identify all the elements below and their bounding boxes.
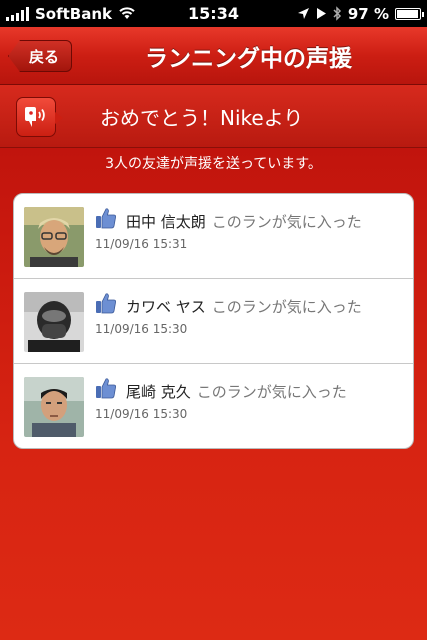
wifi-icon [119, 7, 135, 19]
cheer-action: このランが気に入った [196, 383, 347, 401]
back-button[interactable]: 戻る [8, 40, 72, 72]
location-arrow-icon [297, 8, 309, 19]
cheer-timestamp: 11/09/16 15:30 [95, 407, 188, 421]
like-thumbs-up-icon [96, 208, 116, 229]
cheer-count-text: 3人の友達が声援を送っています。 [105, 156, 322, 172]
like-thumbs-up-icon [96, 293, 116, 314]
list-item[interactable]: カワベ ヤス このランが気に入った 11/09/16 15:30 [14, 279, 413, 364]
cheer-timestamp: 11/09/16 15:30 [95, 322, 188, 336]
cheer-action: このランが気に入った [211, 298, 362, 316]
status-time: 15:34 [188, 4, 239, 23]
list-item[interactable]: 尾崎 克久 このランが気に入った 11/09/16 15:30 [14, 364, 413, 448]
cheer-banner: おめでとう！Nikeより [0, 85, 427, 148]
friend-name: 尾崎 克久 [126, 383, 191, 401]
list-item[interactable]: 田中 信太朗 このランが気に入った 11/09/16 15:31 [14, 194, 413, 279]
battery-fill [397, 9, 419, 18]
friend-name: カワベ ヤス [126, 298, 206, 316]
navigation-bar: 戻る ランニング中の声援 [0, 27, 427, 85]
friend-name: 田中 信太朗 [126, 213, 206, 231]
status-bar: SoftBank 15:34 97 % [0, 0, 427, 27]
cheer-message: おめでとう！Nikeより [100, 106, 304, 130]
cheer-list: 田中 信太朗 このランが気に入った 11/09/16 15:31 カワベ ヤス この… [13, 193, 414, 449]
page-title: ランニング中の声援 [145, 46, 352, 72]
bluetooth-icon [333, 6, 341, 21]
cheer-timestamp: 11/09/16 15:31 [95, 237, 188, 251]
cheer-speaker-icon [16, 97, 63, 137]
carrier-name: SoftBank [35, 4, 113, 23]
play-icon [316, 8, 326, 19]
signal-strength-icon [6, 6, 29, 21]
battery-icon [395, 7, 424, 20]
cheer-action: このランが気に入った [211, 213, 362, 231]
like-thumbs-up-icon [96, 378, 116, 399]
avatar [24, 207, 84, 267]
avatar [24, 377, 84, 437]
avatar [24, 292, 84, 352]
battery-percent: 97 % [347, 4, 389, 23]
